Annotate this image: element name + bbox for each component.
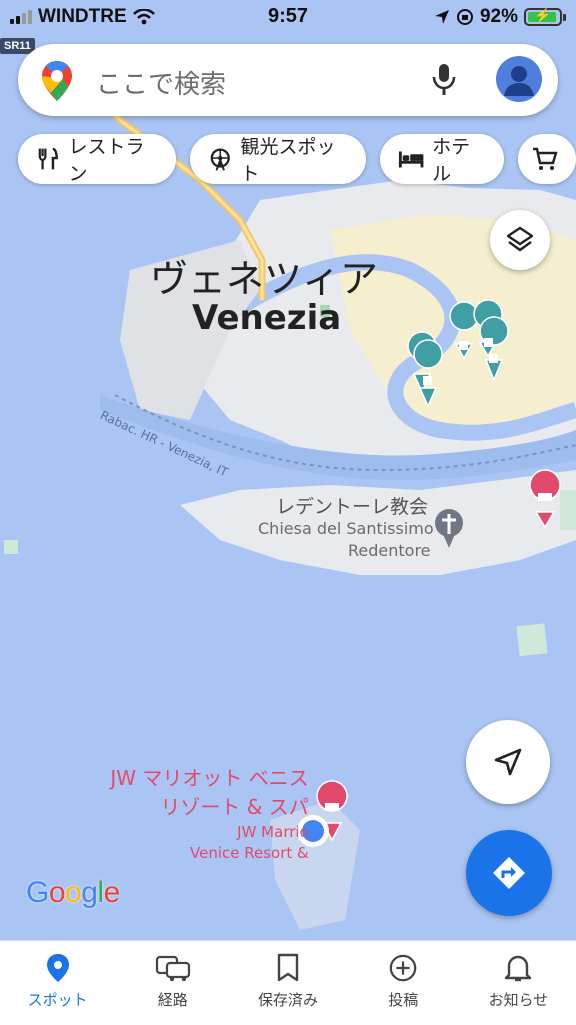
layers-icon [506, 226, 534, 252]
category-chips: レストラン 観光スポット ホテル [18, 134, 576, 185]
location-pin-icon [46, 954, 69, 982]
bed-icon [398, 151, 424, 168]
user-icon [504, 66, 534, 96]
car-icon [155, 955, 190, 982]
chip-shopping[interactable] [517, 134, 576, 184]
my-location-button[interactable] [466, 720, 550, 804]
chip-label: 観光スポット [240, 136, 336, 185]
church-name-en-1: Chiesa del Santissimo [258, 519, 434, 538]
directions-icon [493, 857, 525, 889]
nav-label: お知らせ [488, 991, 549, 1009]
church-name-ja: レデントーレ教会 [275, 496, 428, 518]
shopping-cart-icon [532, 147, 558, 170]
nav-label: 保存済み [258, 991, 319, 1009]
nav-label: 経路 [157, 991, 188, 1009]
battery-icon: ⚡ [524, 7, 566, 26]
nav-label: スポット [27, 991, 88, 1009]
nav-label: 投稿 [388, 991, 419, 1009]
chip-label: ホテル [432, 136, 471, 185]
directions-button[interactable] [466, 830, 552, 916]
microphone-icon[interactable] [430, 62, 458, 98]
google-logo: Google [26, 876, 120, 909]
nav-explore[interactable]: スポット [0, 941, 115, 1025]
chip-attractions[interactable]: 観光スポット [189, 134, 366, 185]
navigation-arrow-icon [494, 748, 522, 776]
city-name-ja: ヴェネツィア [150, 257, 379, 301]
church-label[interactable]: レデントーレ教会 Chiesa del Santissimo Redentore [258, 496, 434, 562]
bell-icon [505, 955, 532, 982]
account-avatar[interactable] [496, 56, 542, 102]
location-arrow-icon [434, 10, 449, 24]
orientation-lock-icon [456, 9, 473, 25]
nav-updates[interactable]: お知らせ [461, 941, 576, 1025]
fork-knife-icon [38, 147, 58, 170]
bottom-navigation: スポット 経路 保存済み 投稿 お知らせ [0, 940, 576, 1025]
hotel-label[interactable]: JW マリオット ベニス リゾート & スパ JW Marrio Venice … [96, 764, 309, 864]
nav-commute[interactable]: 経路 [115, 941, 230, 1025]
ferris-wheel-icon [210, 148, 230, 171]
status-bar: WINDTRE 9:57 92% ⚡ [0, 0, 576, 34]
battery-percent: 92% [479, 6, 518, 27]
chip-restaurants[interactable]: レストラン [18, 134, 176, 185]
city-name-en: Venezia [192, 298, 342, 338]
nav-contribute[interactable]: 投稿 [346, 941, 461, 1025]
layers-button[interactable] [490, 210, 550, 270]
hotel-name-en-2: Venice Resort & [190, 844, 309, 862]
church-name-en-2: Redentore [348, 541, 431, 560]
hotel-name-ja-1: JW マリオット ベニス [110, 766, 309, 790]
nav-saved[interactable]: 保存済み [230, 941, 345, 1025]
search-input[interactable]: ここで検索 [96, 64, 226, 101]
search-bar[interactable]: ここで検索 [18, 44, 558, 116]
chip-label: レストラン [68, 136, 145, 185]
bookmark-icon [277, 953, 299, 982]
google-maps-logo-icon [42, 61, 72, 101]
hotel-name-ja-2: リゾート & スパ [160, 795, 309, 819]
hotel-name-en-1: JW Marrio [237, 823, 309, 841]
chip-hotels[interactable]: ホテル [379, 134, 504, 185]
plus-circle-icon [389, 954, 417, 982]
